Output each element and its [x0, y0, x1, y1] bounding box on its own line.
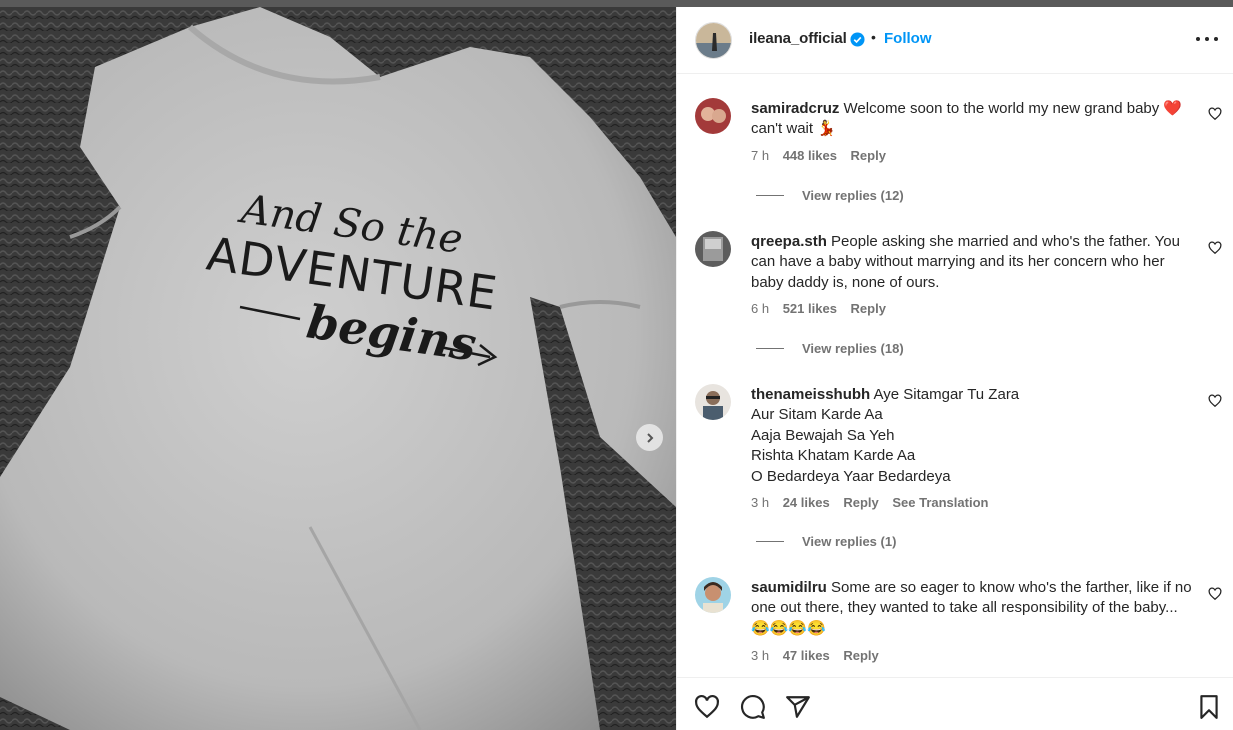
heart-icon[interactable]	[1208, 241, 1222, 255]
reply-button[interactable]: Reply	[843, 495, 878, 510]
verified-icon	[850, 32, 865, 47]
follow-button[interactable]: Follow	[884, 30, 932, 47]
onesie-photo: And So the ADVENTURE begins	[0, 7, 676, 730]
heart-icon[interactable]	[1208, 394, 1222, 408]
comment-username[interactable]: qreepa.sth	[751, 233, 827, 250]
more-icon	[1196, 37, 1200, 41]
comments-list: samiradcruz Welcome soon to the world my…	[677, 74, 1233, 677]
reply-button[interactable]: Reply	[851, 148, 886, 163]
comment-likes[interactable]: 47 likes	[783, 648, 830, 663]
comment-time[interactable]: 7 h	[751, 148, 769, 163]
comment-likes[interactable]: 448 likes	[783, 148, 837, 163]
comment-text: Rishta Khatam Karde Aa	[751, 447, 916, 465]
comment-text: Aye Sitamgar Tu Zara	[873, 386, 1020, 403]
next-image-button[interactable]	[636, 424, 663, 451]
post-username[interactable]: ileana_official	[749, 30, 847, 47]
comment-text: Aaja Bewajah Sa Yeh	[751, 426, 895, 444]
view-replies-button[interactable]: View replies (18)	[756, 341, 904, 356]
view-replies-button[interactable]: View replies (1)	[756, 534, 896, 549]
post-panel: ileana_official • Follow samiradcruz Wel…	[676, 7, 1233, 730]
avatar[interactable]	[695, 22, 732, 59]
comment-username[interactable]: samiradcruz	[751, 100, 839, 117]
bookmark-icon[interactable]	[1196, 694, 1222, 720]
browser-top-strip	[0, 0, 1233, 7]
post-actions-bar	[677, 677, 1233, 730]
comment-time[interactable]: 6 h	[751, 301, 769, 316]
reply-button[interactable]: Reply	[843, 648, 878, 663]
comment-text: O Bedardeya Yaar Bedardeya	[751, 467, 951, 485]
comment-username[interactable]: thenameisshubh	[751, 386, 870, 403]
comment-time[interactable]: 3 h	[751, 648, 769, 663]
avatar[interactable]	[695, 577, 731, 613]
comment-text: Aur Sitam Karde Aa	[751, 406, 883, 424]
avatar[interactable]	[695, 384, 731, 420]
heart-icon[interactable]	[1208, 587, 1222, 601]
comment-likes[interactable]: 24 likes	[783, 495, 830, 510]
share-icon[interactable]	[785, 694, 811, 720]
comment-time[interactable]: 3 h	[751, 495, 769, 510]
chevron-right-icon	[646, 432, 653, 443]
comment-likes[interactable]: 521 likes	[783, 301, 837, 316]
comment-username[interactable]: saumidilru	[751, 579, 827, 596]
avatar[interactable]	[695, 98, 731, 134]
heart-icon[interactable]	[694, 694, 720, 720]
more-options-button[interactable]	[1196, 29, 1218, 49]
reply-button[interactable]: Reply	[851, 301, 886, 316]
post-header: ileana_official • Follow	[677, 7, 1233, 74]
see-translation-button[interactable]: See Translation	[892, 495, 988, 510]
post-image: And So the ADVENTURE begins	[0, 7, 676, 730]
avatar[interactable]	[695, 231, 731, 267]
heart-icon[interactable]	[1208, 107, 1222, 121]
separator-dot: •	[871, 29, 876, 45]
comment-icon[interactable]	[740, 694, 766, 720]
view-replies-button[interactable]: View replies (12)	[756, 188, 904, 203]
